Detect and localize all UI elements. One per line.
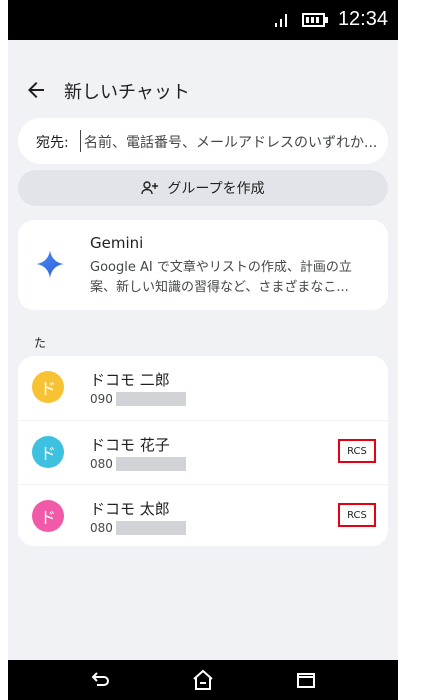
avatar-initial: ド <box>39 379 56 398</box>
section-header: た <box>34 336 47 350</box>
create-group-label: グループを作成 <box>167 181 265 197</box>
page-title: 新しいチャット <box>64 82 190 103</box>
avatar: ド <box>32 500 64 532</box>
status-bar: 12:34 <box>8 0 398 40</box>
gemini-description: Google AI で文章やリストの作成、計画の立案、新しい知識の習得など、さま… <box>90 260 352 295</box>
rcs-badge: RCS <box>338 503 376 527</box>
battery-icon <box>301 12 328 27</box>
status-time: 12:34 <box>337 8 388 30</box>
arrow-left-icon[interactable] <box>24 78 48 102</box>
recipient-input-placeholder[interactable]: 名前、電話番号、メールアドレスのいずれか... <box>84 132 377 152</box>
contact-phone: 080 <box>90 521 113 535</box>
home-icon[interactable] <box>191 668 215 692</box>
back-icon[interactable] <box>88 668 112 692</box>
contact-phone: 090 <box>90 392 113 406</box>
contact-item[interactable]: ド ドコモ 太郎 080 RCS <box>18 484 388 546</box>
contact-name: ドコモ 太郎 <box>90 500 170 518</box>
contact-phone: 080 <box>90 457 113 471</box>
status-indicators: 12:34 <box>272 8 388 31</box>
phone-screen: 12:34 新しいチャット 宛先: 名前、電話番号、メールアドレスのいずれか..… <box>8 0 398 700</box>
contact-list: ド ドコモ 二郎 090 ド ドコモ 花子 080 RCS ド ドコモ 太郎 0… <box>18 356 388 546</box>
redacted-phone <box>116 521 186 535</box>
gemini-title: Gemini <box>90 234 144 252</box>
top-app-bar: 新しいチャット <box>8 72 398 108</box>
text-cursor <box>80 130 81 152</box>
rcs-badge: RCS <box>338 439 376 463</box>
sparkle-icon <box>36 250 64 278</box>
avatar-initial: ド <box>39 508 56 527</box>
contact-name: ドコモ 花子 <box>90 436 170 454</box>
signal-icon <box>274 13 287 27</box>
avatar: ド <box>32 436 64 468</box>
navigation-bar <box>8 660 398 700</box>
contact-item[interactable]: ド ドコモ 二郎 090 <box>18 356 388 418</box>
recipient-label: 宛先: <box>36 135 69 151</box>
create-group-button[interactable]: グループを作成 <box>18 170 388 206</box>
gemini-card[interactable]: Gemini Google AI で文章やリストの作成、計画の立案、新しい知識の… <box>18 220 388 310</box>
contact-name: ドコモ 二郎 <box>90 371 170 389</box>
group-add-icon <box>141 181 159 195</box>
contact-item[interactable]: ド ドコモ 花子 080 RCS <box>18 420 388 483</box>
redacted-phone <box>116 392 186 406</box>
recipient-field[interactable]: 宛先: 名前、電話番号、メールアドレスのいずれか... <box>18 118 388 164</box>
avatar-initial: ド <box>39 444 56 463</box>
avatar: ド <box>32 371 64 403</box>
recents-icon[interactable] <box>294 668 318 692</box>
redacted-phone <box>116 457 186 471</box>
